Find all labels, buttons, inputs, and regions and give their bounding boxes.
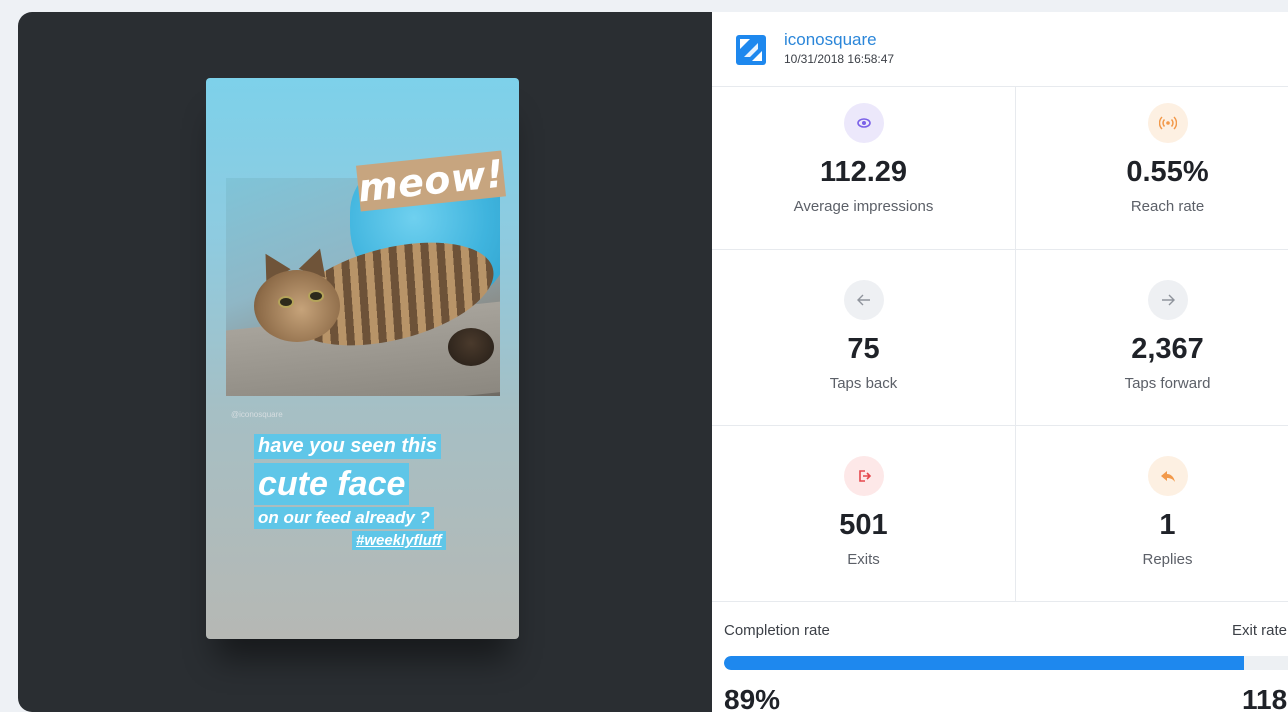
story-preview-pane: meow! @iconosquare have you seen this cu…	[18, 12, 712, 712]
caption-line-1: have you seen this	[254, 434, 441, 459]
completion-rate-label: Completion rate	[724, 622, 830, 639]
cat-eye	[308, 290, 324, 302]
stat-taps-back: 75 Taps back	[712, 250, 1015, 425]
stats-row: 112.29 Average impressions 0.55% Reach r…	[712, 87, 1288, 250]
story-timestamp: 10/31/2018 16:58:47	[784, 52, 895, 66]
stat-exits: 501 Exits	[712, 426, 1015, 601]
iconosquare-logo-icon	[736, 35, 766, 65]
stats-row: 501 Exits 1 Replies	[712, 426, 1288, 602]
exit-rate-value: 118	[1242, 684, 1288, 712]
stat-replies: 1 Replies	[1015, 426, 1288, 601]
cat-eye	[278, 296, 294, 308]
account-name[interactable]: iconosquare	[784, 30, 877, 50]
caption-line-3: on our feed already ?	[254, 507, 434, 529]
stat-label: Taps back	[829, 375, 898, 392]
story-insights-card: meow! @iconosquare have you seen this cu…	[18, 12, 1288, 712]
stat-value: 2,367	[1131, 333, 1204, 365]
stats-grid: 112.29 Average impressions 0.55% Reach r…	[712, 87, 1288, 602]
stat-value: 75	[847, 333, 880, 365]
story-preview[interactable]: meow! @iconosquare have you seen this cu…	[206, 78, 519, 639]
stat-label: Exits	[847, 551, 880, 568]
stat-taps-forward: 2,367 Taps forward	[1015, 250, 1288, 425]
insights-pane: iconosquare 10/31/2018 16:58:47 112.29 A…	[712, 12, 1288, 712]
account-header: iconosquare 10/31/2018 16:58:47	[712, 12, 1288, 87]
broadcast-icon	[1147, 103, 1188, 143]
stat-value: 0.55%	[1126, 156, 1209, 188]
reply-icon	[1147, 456, 1188, 496]
stat-label: Replies	[1142, 551, 1193, 568]
cat-head	[254, 270, 340, 342]
cat-paw	[448, 328, 494, 366]
arrow-right-icon	[1147, 280, 1188, 320]
story-caption: have you seen this cute face on our feed…	[254, 434, 494, 552]
stat-label: Reach rate	[1130, 198, 1205, 215]
stat-value: 112.29	[819, 156, 908, 188]
completion-rate-value: 89%	[724, 684, 781, 712]
stat-label: Average impressions	[793, 198, 934, 215]
eye-icon	[843, 103, 884, 143]
stat-label: Taps forward	[1124, 375, 1211, 392]
stat-value: 501	[839, 509, 888, 541]
story-handle: @iconosquare	[231, 410, 283, 419]
completion-progress-fill	[724, 656, 1244, 670]
stat-average-impressions: 112.29 Average impressions	[712, 87, 1015, 249]
stats-row: 75 Taps back 2,367 Taps forward	[712, 250, 1288, 426]
exit-rate-label: Exit rate	[1232, 622, 1288, 639]
stat-value: 1	[1159, 509, 1176, 541]
completion-section: Completion rate Exit rate 89% 118	[712, 602, 1288, 712]
exit-icon	[843, 456, 884, 496]
caption-hashtag: #weeklyfluff	[352, 531, 446, 550]
completion-progress-bar	[724, 656, 1288, 670]
stat-reach-rate: 0.55% Reach rate	[1015, 87, 1288, 249]
caption-line-2: cute face	[254, 463, 410, 505]
arrow-left-icon	[843, 280, 884, 320]
